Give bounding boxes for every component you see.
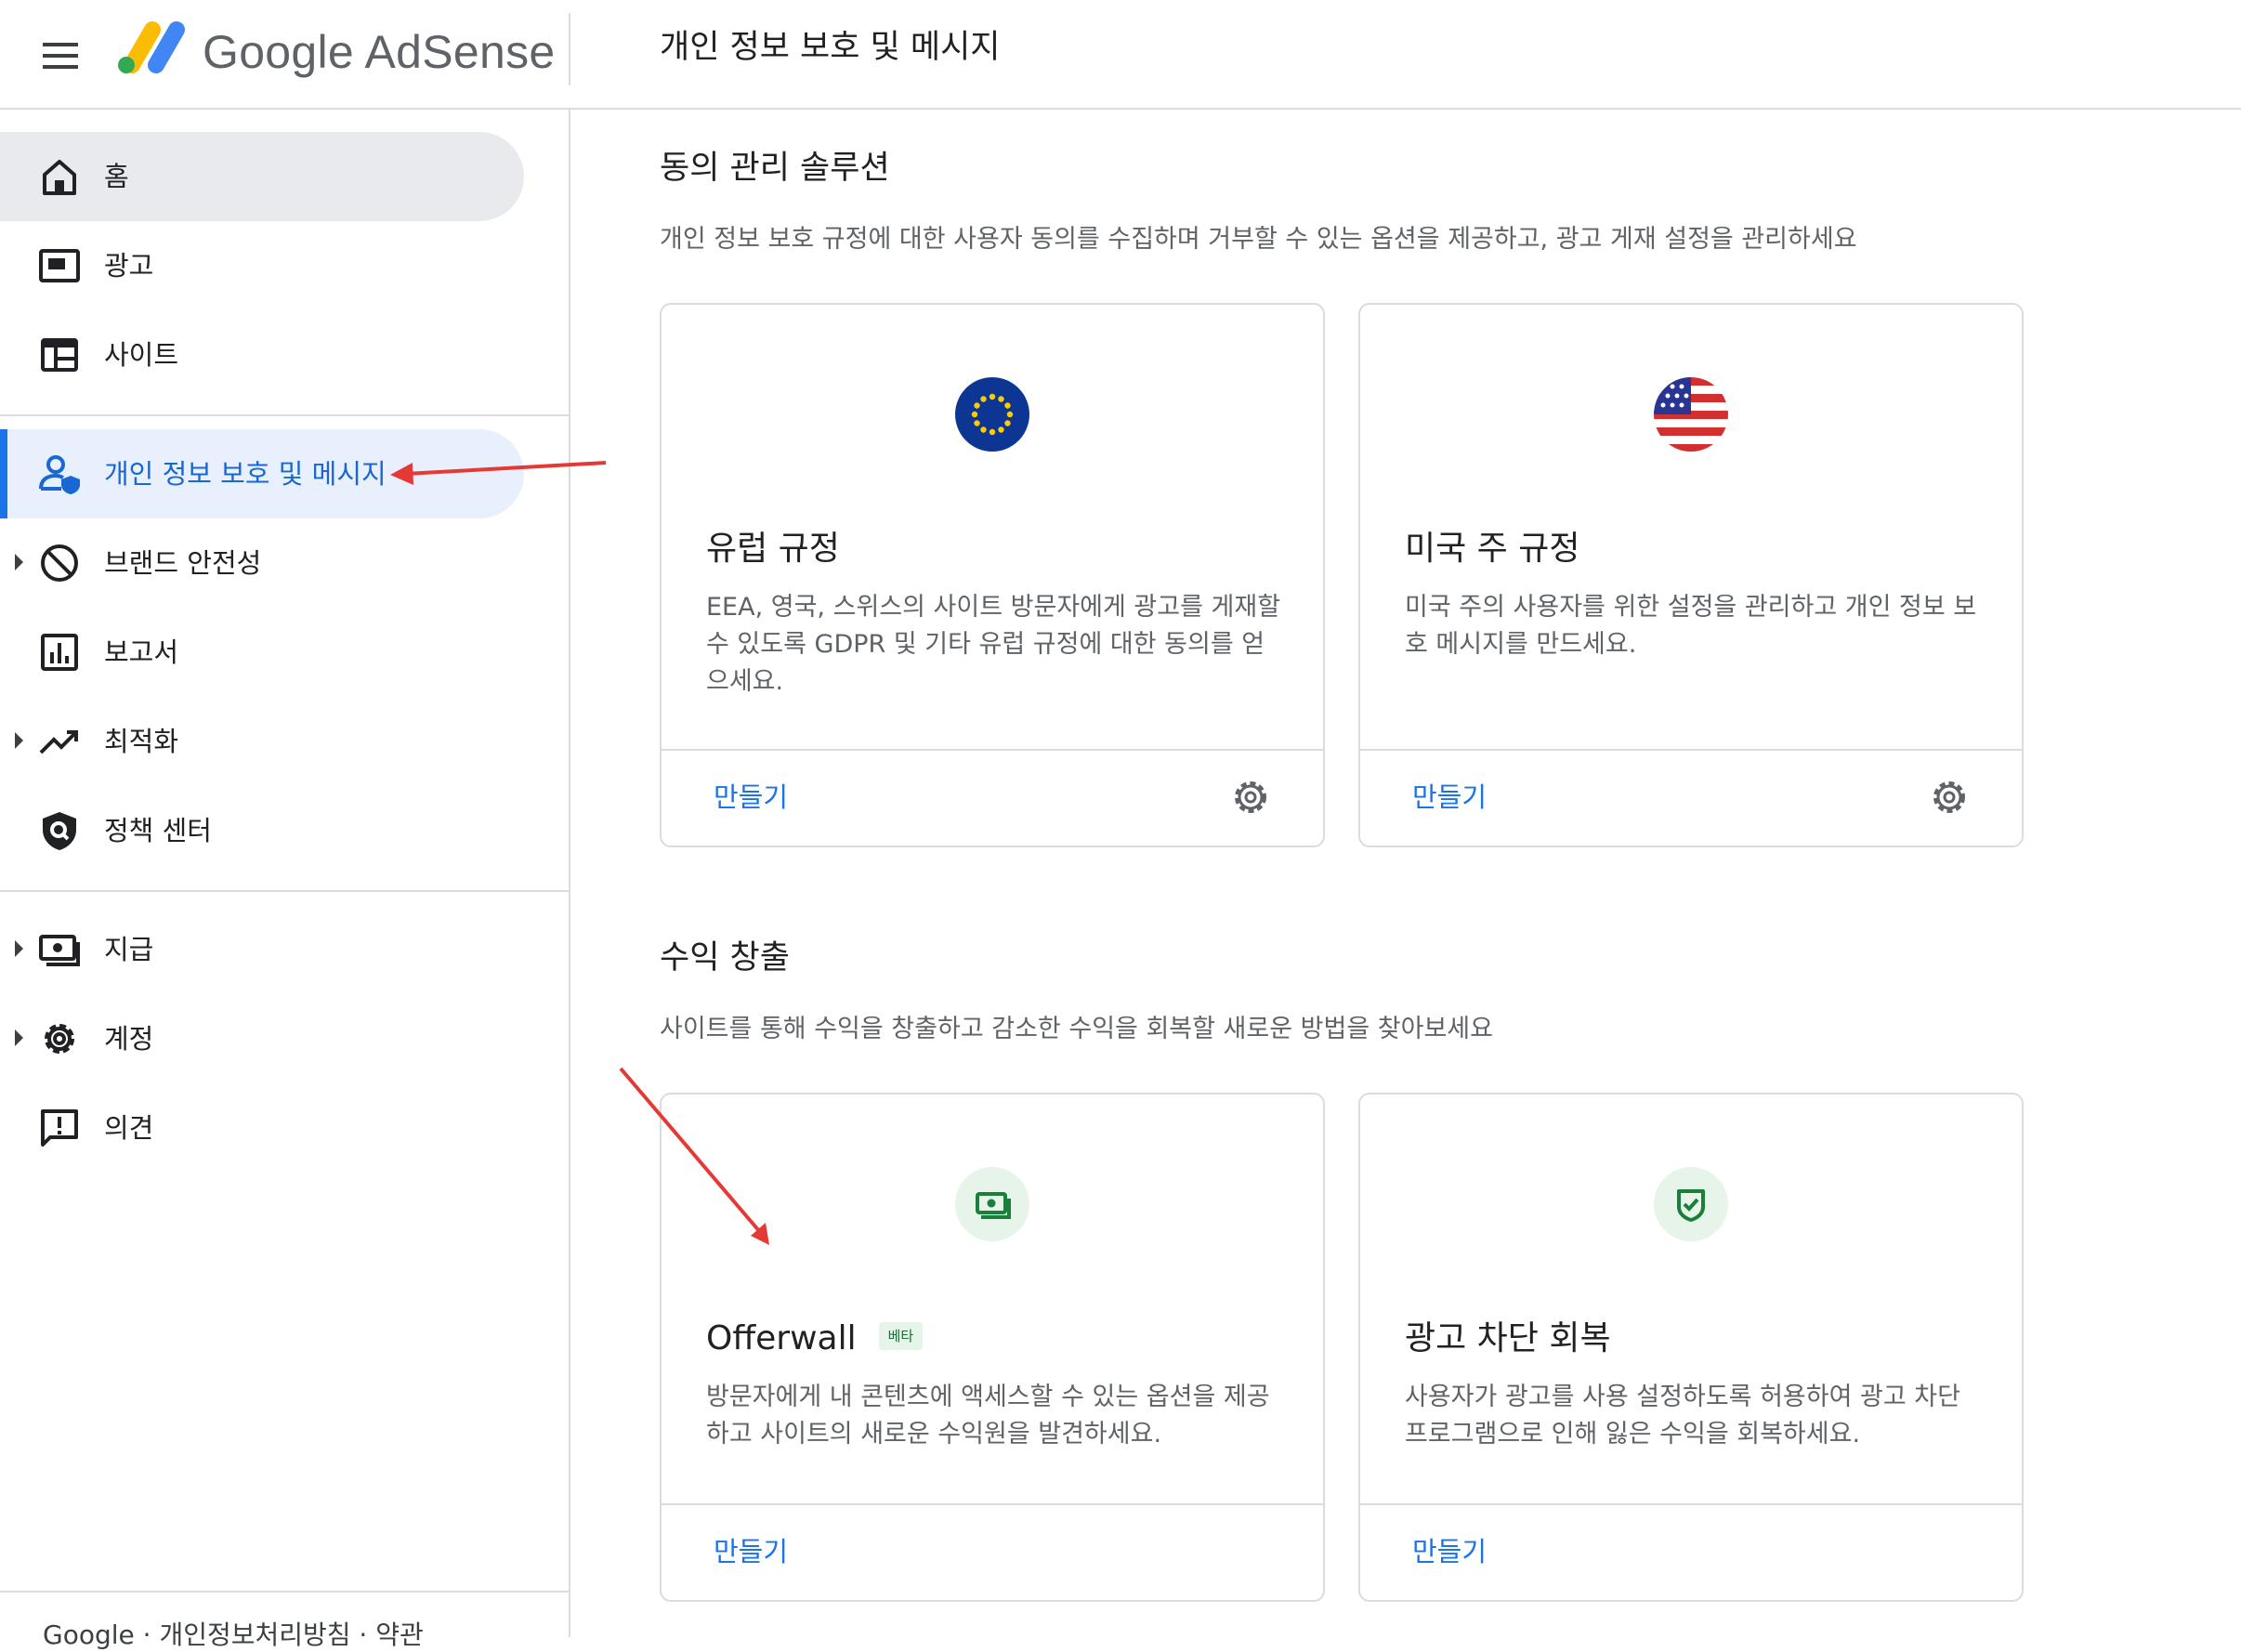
card-title: 유럽 규정 [706,530,840,568]
sidebar-item-label: 계정 [104,1023,154,1055]
sidebar-divider [0,890,569,892]
sidebar-item-payments[interactable]: 지급 [0,905,524,994]
sidebar-item-sites[interactable]: 사이트 [0,310,524,400]
sidebar-item-label: 브랜드 안전성 [104,547,262,579]
sidebar-nav: 홈 광고 사이트 개인 정보 보호 및 메시지 브랜드 안전성 보고서 최적화 … [0,110,570,1650]
create-button[interactable]: 만들기 [714,779,788,816]
adsense-logo-icon[interactable] [115,17,208,82]
card-title: Offerwall 베타 [706,1316,924,1362]
create-button[interactable]: 만들기 [1412,779,1487,816]
card-footer: 만들기 [1360,749,2022,846]
gear-icon [45,1024,74,1054]
expand-caret-icon [15,554,23,570]
money-icon [955,1167,1029,1241]
sidebar-item-label: 광고 [104,250,154,282]
sidebar-item-label: 홈 [104,161,129,192]
active-indicator [0,429,7,518]
home-icon [43,160,76,195]
sidebar-divider [0,414,569,416]
card-description: 방문자에게 내 콘텐츠에 액세스할 수 있는 옵션을 제공하고 사이트의 새로운… [706,1383,1270,1449]
sidebar-item-account[interactable]: 계정 [0,994,524,1083]
section-title-consent: 동의 관리 솔루션 [660,150,890,187]
payments-icon [39,935,80,966]
feedback-icon [41,1109,78,1147]
page-title: 개인 정보 보호 및 메시지 [660,29,1001,66]
sites-icon [41,338,78,372]
card-title: 광고 차단 회복 [1405,1319,1611,1357]
create-button[interactable]: 만들기 [714,1533,788,1570]
sidebar-item-optimization[interactable]: 최적화 [0,697,524,786]
section-desc-consent: 개인 정보 보호 규정에 대한 사용자 동의를 수집하며 거부할 수 있는 옵션… [660,225,1857,254]
privacy-messaging-icon [39,455,80,494]
expand-caret-icon [15,940,23,957]
header-divider [569,13,570,85]
expand-caret-icon [15,1029,23,1046]
card-description: 미국 주의 사용자를 위한 설정을 관리하고 개인 정보 보호 메시지를 만드세… [1405,593,1977,659]
card-european-regulations[interactable]: 유럽 규정 EEA, 영국, 스위스의 사이트 방문자에게 광고를 게재할 수 … [660,303,1325,847]
sidebar-item-reports[interactable]: 보고서 [0,608,524,697]
sidebar-item-home[interactable]: 홈 [0,132,524,221]
top-app-bar: Google AdSense 개인 정보 보호 및 메시지 [0,0,2241,110]
sidebar-item-label: 정책 센터 [104,815,212,846]
card-description: EEA, 영국, 스위스의 사이트 방문자에게 광고를 게재할 수 있도록 GD… [706,593,1281,696]
sidebar-item-label: 최적화 [104,726,179,757]
card-description: 사용자가 광고를 사용 설정하도록 허용하여 광고 차단 프로그램으로 인해 잃… [1405,1383,1960,1449]
sidebar-item-brand-safety[interactable]: 브랜드 안전성 [0,518,524,608]
sidebar-item-policy-center[interactable]: 정책 센터 [0,786,524,875]
expand-caret-icon [15,732,23,749]
trending-up-icon [39,730,78,754]
sidebar-item-label: 사이트 [104,339,179,371]
card-ad-block-recovery[interactable]: 광고 차단 회복 사용자가 광고를 사용 설정하도록 허용하여 광고 차단 프로… [1358,1093,2024,1602]
card-title-text: Offerwall [706,1319,857,1357]
card-footer: 만들기 [662,749,1323,846]
card-title: 미국 주 규정 [1405,530,1580,568]
eu-flag-icon [955,377,1029,452]
hamburger-menu-icon [43,43,78,69]
us-flag-icon [1654,377,1728,452]
reports-icon [41,634,78,671]
card-offerwall[interactable]: Offerwall 베타 방문자에게 내 콘텐츠에 액세스할 수 있는 옵션을 제… [660,1093,1325,1602]
gear-icon[interactable] [1230,777,1271,818]
sidebar-item-ads[interactable]: 광고 [0,221,524,310]
card-footer: 만들기 [1360,1503,2022,1600]
gear-icon[interactable] [1929,777,1970,818]
sidebar-item-label: 개인 정보 보호 및 메시지 [104,458,387,490]
menu-button[interactable] [37,32,85,80]
beta-badge: 베타 [878,1322,924,1350]
shield-check-icon [1654,1167,1728,1241]
section-title-monetization: 수익 창출 [660,939,790,977]
sidebar-item-label: 의견 [104,1112,154,1144]
sidebar-item-label: 보고서 [104,636,179,668]
footer-links[interactable]: Google · 개인정보처리방침 · 약관 [43,1615,424,1652]
sidebar-item-feedback[interactable]: 의견 [0,1083,524,1173]
ads-icon [39,249,80,282]
create-button[interactable]: 만들기 [1412,1533,1487,1570]
sidebar-item-label: 지급 [104,934,154,965]
card-footer: 만들기 [662,1503,1323,1600]
sidebar-divider [0,1591,569,1593]
brand-name[interactable]: Google AdSense [203,24,556,80]
section-desc-monetization: 사이트를 통해 수익을 창출하고 감소한 수익을 회복할 새로운 방법을 찾아보… [660,1015,1493,1043]
policy-shield-icon [43,812,76,850]
card-us-state-regulations[interactable]: 미국 주 규정 미국 주의 사용자를 위한 설정을 관리하고 개인 정보 보호 … [1358,303,2024,847]
block-icon [41,544,78,582]
sidebar-item-privacy-messaging[interactable]: 개인 정보 보호 및 메시지 [0,429,524,518]
